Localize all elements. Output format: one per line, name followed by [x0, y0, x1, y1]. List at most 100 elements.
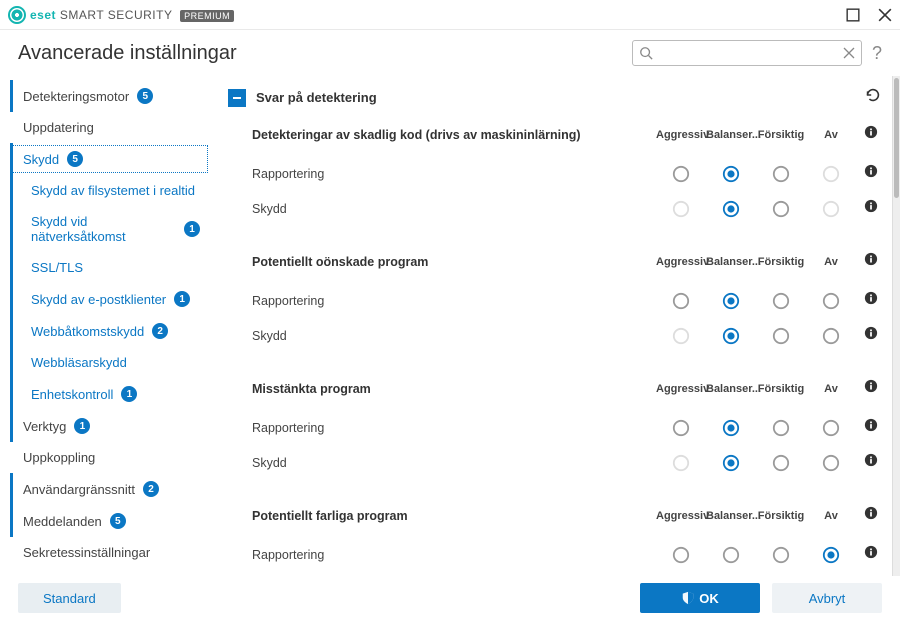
radio-option[interactable] — [806, 419, 856, 437]
sidebar-item[interactable]: Uppkoppling — [10, 442, 210, 473]
sidebar-item[interactable]: SSL/TLS — [10, 252, 210, 283]
radio-option[interactable] — [806, 546, 856, 564]
group-title: Detekteringar av skadlig kod (drivs av m… — [252, 128, 656, 142]
radio-option[interactable] — [756, 419, 806, 437]
radio-option[interactable] — [756, 546, 806, 564]
radio-option[interactable] — [706, 454, 756, 472]
group-title: Misstänkta program — [252, 382, 656, 396]
maximize-button[interactable] — [846, 8, 860, 22]
settings-row: Rapportering — [252, 156, 886, 191]
row-label: Skydd — [252, 456, 656, 470]
sidebar-item-label: Skydd av e-postklienter — [31, 292, 166, 307]
radio-option[interactable] — [706, 327, 756, 345]
radio-option[interactable] — [756, 327, 806, 345]
radio-option[interactable] — [656, 546, 706, 564]
content-wrap: Svar på detektering Detekteringar av ska… — [210, 76, 900, 576]
column-label: Balanser... — [706, 256, 756, 268]
sidebar-item[interactable]: Sekretessinställningar — [10, 537, 210, 568]
radio-option[interactable] — [706, 419, 756, 437]
radio-option[interactable] — [806, 454, 856, 472]
info-icon[interactable] — [856, 506, 886, 525]
cancel-button[interactable]: Avbryt — [772, 583, 882, 613]
radio-option[interactable] — [706, 165, 756, 183]
settings-row: Skydd — [252, 445, 886, 480]
search-box[interactable] — [632, 40, 862, 66]
sidebar-item[interactable]: Uppdatering — [10, 112, 210, 143]
column-label: Av — [806, 383, 856, 395]
sidebar-item[interactable]: Meddelanden5 — [10, 505, 210, 537]
sidebar-item[interactable]: Skydd av filsystemet i realtid — [10, 175, 210, 206]
info-icon[interactable] — [856, 453, 886, 472]
settings-group: Potentiellt farliga programAggressivBala… — [224, 500, 886, 572]
radio-option[interactable] — [756, 165, 806, 183]
column-label: Balanser... — [706, 383, 756, 395]
sidebar-badge: 1 — [184, 221, 200, 237]
sidebar-badge: 2 — [152, 323, 168, 339]
brand-badge: PREMIUM — [180, 10, 234, 22]
radio-option[interactable] — [706, 292, 756, 310]
radio-option[interactable] — [656, 292, 706, 310]
sidebar-item[interactable]: Detekteringsmotor5 — [10, 80, 210, 112]
sidebar-item[interactable]: Enhetskontroll1 — [10, 378, 210, 410]
sidebar-item-label: Skydd — [23, 152, 59, 167]
revert-button[interactable] — [864, 86, 882, 109]
column-labels: AggressivBalanser...FörsiktigAv — [656, 510, 856, 522]
group-title: Potentiellt oönskade program — [252, 255, 656, 269]
brand-logo: eset SMART SECURITY PREMIUM — [8, 6, 234, 24]
sidebar-item[interactable]: Skydd vid nätverksåtkomst1 — [10, 206, 210, 252]
radio-option[interactable] — [656, 165, 706, 183]
scrollbar-thumb[interactable] — [894, 78, 899, 198]
window-controls — [846, 8, 892, 22]
ok-button[interactable]: OK — [640, 583, 760, 613]
radio-option[interactable] — [806, 327, 856, 345]
sidebar-item[interactable]: Verktyg1 — [10, 410, 210, 442]
content-panel: Svar på detektering Detekteringar av ska… — [210, 76, 892, 576]
radio-group — [656, 165, 856, 183]
sidebar-item-label: Skydd av filsystemet i realtid — [31, 183, 195, 198]
shield-icon — [681, 591, 695, 605]
info-icon[interactable] — [856, 379, 886, 398]
vertical-scrollbar[interactable] — [892, 76, 900, 576]
brand-text: eset SMART SECURITY PREMIUM — [30, 8, 234, 22]
radio-option — [656, 454, 706, 472]
sidebar-item-label: Användargränssnitt — [23, 482, 135, 497]
sidebar-item[interactable]: Användargränssnitt2 — [10, 473, 210, 505]
info-icon[interactable] — [856, 199, 886, 218]
sidebar-item[interactable]: Webbåtkomstskydd 2 — [10, 315, 210, 347]
close-button[interactable] — [878, 8, 892, 22]
radio-group — [656, 200, 856, 218]
group-header: Potentiellt oönskade programAggressivBal… — [252, 246, 886, 283]
clear-search-icon[interactable] — [843, 47, 855, 59]
info-icon[interactable] — [856, 291, 886, 310]
sidebar-badge: 1 — [74, 418, 90, 434]
sidebar-item-label: Meddelanden — [23, 514, 102, 529]
info-icon[interactable] — [856, 545, 886, 564]
sidebar-item[interactable]: Skydd 5 — [10, 143, 210, 175]
column-label: Aggressiv — [656, 510, 706, 522]
sidebar-item-label: Detekteringsmotor — [23, 89, 129, 104]
info-icon[interactable] — [856, 252, 886, 271]
sidebar-badge: 5 — [67, 151, 83, 167]
radio-option[interactable] — [706, 546, 756, 564]
info-icon[interactable] — [856, 418, 886, 437]
sidebar-item[interactable]: Webbläsarskydd — [10, 347, 210, 378]
sidebar-item[interactable]: Skydd av e-postklienter1 — [10, 283, 210, 315]
brand-product: SMART SECURITY — [60, 8, 172, 22]
radio-option[interactable] — [706, 200, 756, 218]
radio-option[interactable] — [656, 419, 706, 437]
page-title: Avancerade inställningar — [18, 42, 237, 65]
column-label: Försiktig — [756, 129, 806, 141]
help-button[interactable]: ? — [872, 43, 882, 64]
info-icon[interactable] — [856, 125, 886, 144]
radio-option[interactable] — [756, 200, 806, 218]
radio-option[interactable] — [806, 292, 856, 310]
search-input[interactable] — [653, 46, 843, 60]
sidebar-item-label: Webbåtkomstskydd — [31, 324, 144, 339]
row-label: Rapportering — [252, 167, 656, 181]
info-icon[interactable] — [856, 326, 886, 345]
radio-option[interactable] — [756, 292, 806, 310]
default-button[interactable]: Standard — [18, 583, 121, 613]
radio-option[interactable] — [756, 454, 806, 472]
collapse-section-button[interactable] — [228, 89, 246, 107]
info-icon[interactable] — [856, 164, 886, 183]
